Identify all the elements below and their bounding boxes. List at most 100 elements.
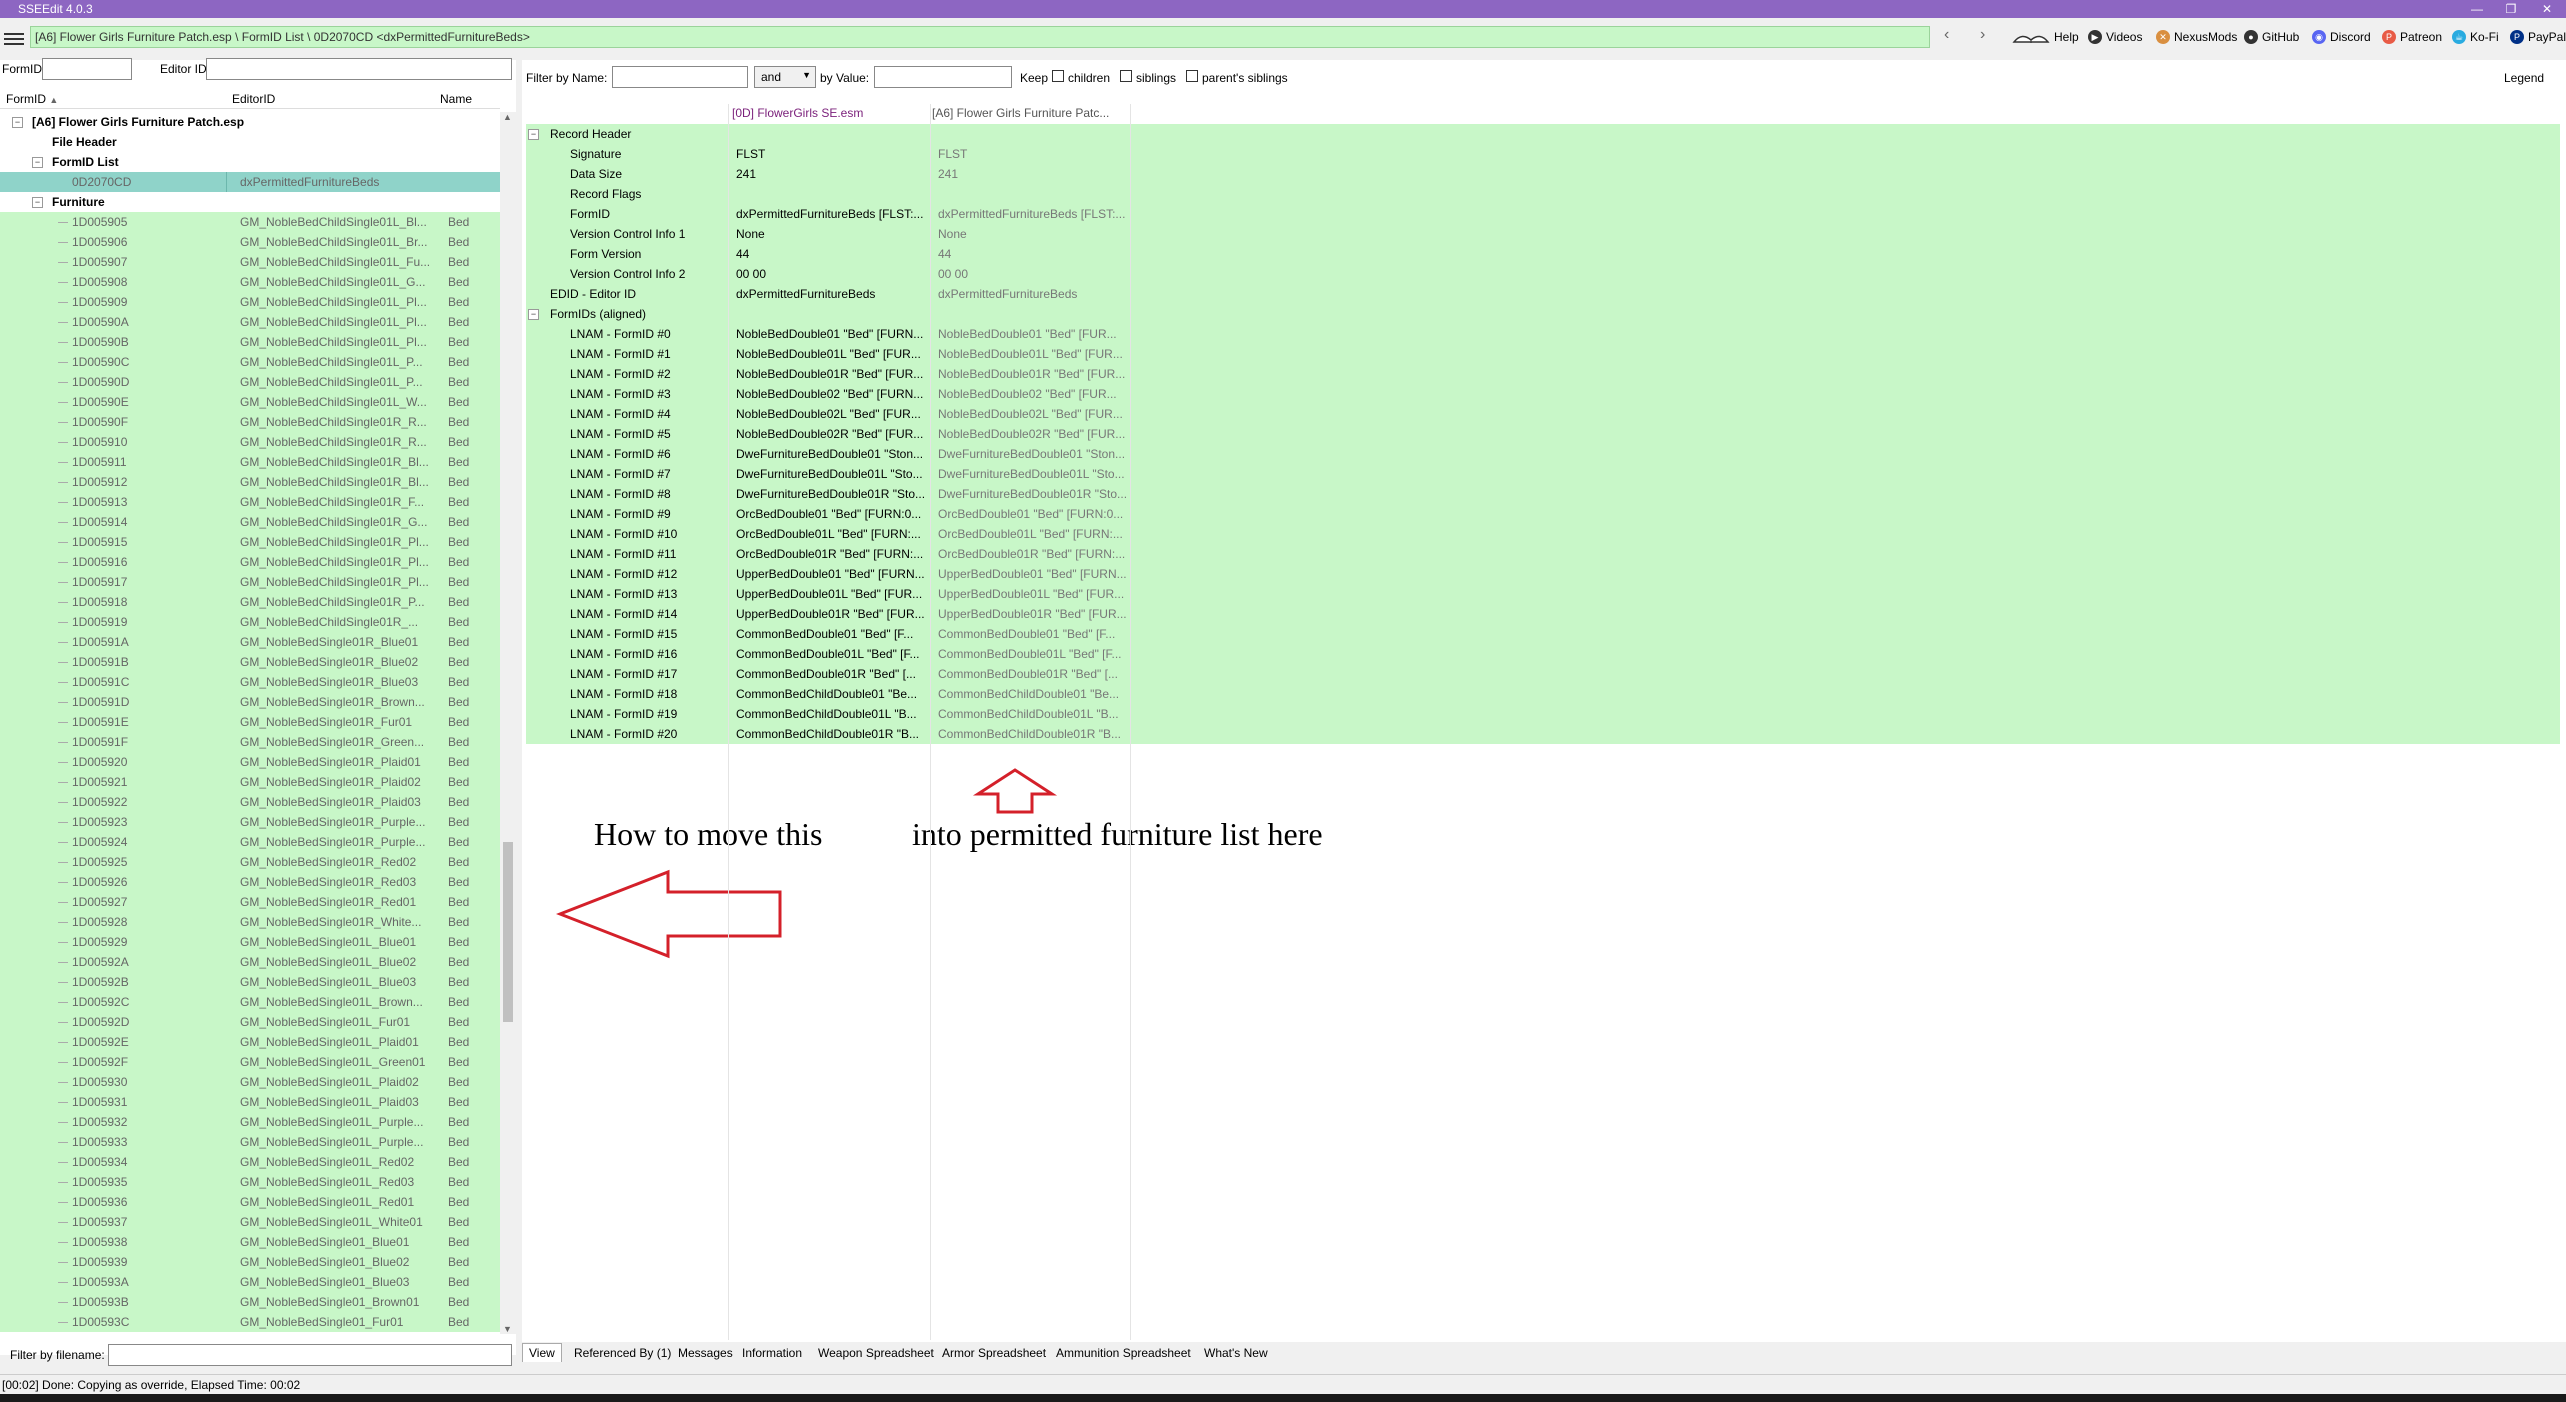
furniture-row[interactable]: 1D005938 GM_NobleBedSingle01_Blue01 Bed [0,1232,500,1252]
furniture-row[interactable]: 1D005906 GM_NobleBedChildSingle01L_Br... B… [0,232,500,252]
tab-referenced-by[interactable]: Referenced By (1) [574,1346,671,1360]
record-field-row[interactable]: LNAM - FormID #3 NobleBedDouble02 "Bed" [… [526,384,2560,404]
furniture-row[interactable]: 1D005931 GM_NobleBedSingle01L_Plaid03 Bed [0,1092,500,1112]
collapse-icon[interactable]: − [528,129,539,140]
furniture-row[interactable]: 1D005920 GM_NobleBedSingle01R_Plaid01 Bed [0,752,500,772]
record-field-row[interactable]: LNAM - FormID #8 DweFurnitureBedDouble01R… [526,484,2560,504]
record-field-row[interactable]: − Record Header [526,124,2560,144]
furniture-row[interactable]: 1D00590F GM_NobleBedChildSingle01R_R... Be… [0,412,500,432]
furniture-row[interactable]: 1D005917 GM_NobleBedChildSingle01R_Pl... B… [0,572,500,592]
keep-parents-siblings-checkbox[interactable] [1186,70,1198,82]
record-field-row[interactable]: LNAM - FormID #9 OrcBedDouble01 "Bed" [FU… [526,504,2560,524]
record-field-row[interactable]: LNAM - FormID #1 NobleBedDouble01L "Bed" … [526,344,2560,364]
furniture-row[interactable]: 1D005927 GM_NobleBedSingle01R_Red01 Bed [0,892,500,912]
furniture-row[interactable]: 1D00593B GM_NobleBedSingle01_Brown01 Bed [0,1292,500,1312]
record-field-row[interactable]: LNAM - FormID #5 NobleBedDouble02R "Bed" … [526,424,2560,444]
paypal-link[interactable]: P PayPal [2510,30,2566,44]
furniture-row[interactable]: 1D005934 GM_NobleBedSingle01L_Red02 Bed [0,1152,500,1172]
formid-input[interactable] [42,58,132,80]
record-field-row[interactable]: LNAM - FormID #4 NobleBedDouble02L "Bed" … [526,404,2560,424]
furniture-row[interactable]: 1D005936 GM_NobleBedSingle01L_Red01 Bed [0,1192,500,1212]
furniture-row[interactable]: 1D005915 GM_NobleBedChildSingle01R_Pl... B… [0,532,500,552]
record-field-row[interactable]: Version Control Info 1 None None [526,224,2560,244]
record-field-row[interactable]: LNAM - FormID #0 NobleBedDouble01 "Bed" [… [526,324,2560,344]
tab-armor-spreadsheet[interactable]: Armor Spreadsheet [942,1346,1046,1360]
filter-filename-input[interactable] [108,1344,512,1366]
furniture-row[interactable]: 1D005924 GM_NobleBedSingle01R_Purple... Be… [0,832,500,852]
furniture-row[interactable]: 1D005925 GM_NobleBedSingle01R_Red02 Bed [0,852,500,872]
furniture-row[interactable]: 1D005939 GM_NobleBedSingle01_Blue02 Bed [0,1252,500,1272]
furniture-row[interactable]: 1D005921 GM_NobleBedSingle01R_Plaid02 Bed [0,772,500,792]
scroll-thumb[interactable] [503,842,513,1022]
furniture-row[interactable]: 1D00590A GM_NobleBedChildSingle01L_Pl... B… [0,312,500,332]
keep-siblings-checkbox[interactable] [1120,70,1132,82]
furniture-row[interactable]: 1D00593C GM_NobleBedSingle01_Fur01 Bed [0,1312,500,1332]
column-editorid[interactable]: EditorID [232,92,275,106]
furniture-row[interactable]: 1D005905 GM_NobleBedChildSingle01L_Bl... B… [0,212,500,232]
scroll-down-icon[interactable]: ▼ [503,1324,512,1334]
menu-icon[interactable] [4,30,24,48]
column-master-plugin[interactable]: [0D] FlowerGirls SE.esm [732,106,863,120]
tab-view[interactable]: View [522,1343,562,1362]
furniture-row[interactable]: 1D00591C GM_NobleBedSingle01R_Blue03 Bed [0,672,500,692]
record-field-row[interactable]: LNAM - FormID #14 UpperBedDouble01R "Bed"… [526,604,2560,624]
tree-formid-list-node[interactable]: − FormID List [0,152,500,172]
furniture-row[interactable]: 1D00590E GM_NobleBedChildSingle01L_W... Be… [0,392,500,412]
furniture-row[interactable]: 1D00592F GM_NobleBedSingle01L_Green01 Bed [0,1052,500,1072]
collapse-icon[interactable]: − [528,309,539,320]
record-path-box[interactable]: [A6] Flower Girls Furniture Patch.esp \ … [30,26,1930,48]
record-field-row[interactable]: LNAM - FormID #2 NobleBedDouble01R "Bed" … [526,364,2560,384]
furniture-row[interactable]: 1D005923 GM_NobleBedSingle01R_Purple... Be… [0,812,500,832]
record-field-row[interactable]: EDID - Editor ID dxPermittedFurnitureBeds… [526,284,2560,304]
furniture-row[interactable]: 1D00592B GM_NobleBedSingle01L_Blue03 Bed [0,972,500,992]
furniture-row[interactable]: 1D005908 GM_NobleBedChildSingle01L_G... Be… [0,272,500,292]
column-formid[interactable]: FormID ▲ [6,92,58,106]
record-field-row[interactable]: LNAM - FormID #7 DweFurnitureBedDouble01L… [526,464,2560,484]
furniture-row[interactable]: 1D00593A GM_NobleBedSingle01_Blue03 Bed [0,1272,500,1292]
furniture-row[interactable]: 1D005918 GM_NobleBedChildSingle01R_P... Be… [0,592,500,612]
close-button[interactable]: ✕ [2530,0,2564,18]
tab-information[interactable]: Information [742,1346,802,1360]
record-field-row[interactable]: LNAM - FormID #6 DweFurnitureBedDouble01 … [526,444,2560,464]
furniture-row[interactable]: 1D005916 GM_NobleBedChildSingle01R_Pl... B… [0,552,500,572]
furniture-row[interactable]: 1D00590C GM_NobleBedChildSingle01L_P... Be… [0,352,500,372]
tab-ammunition-spreadsheet[interactable]: Ammunition Spreadsheet [1056,1346,1191,1360]
record-field-row[interactable]: LNAM - FormID #11 OrcBedDouble01R "Bed" [… [526,544,2560,564]
collapse-icon[interactable]: − [32,157,43,168]
furniture-row[interactable]: 1D005911 GM_NobleBedChildSingle01R_Bl... B… [0,452,500,472]
tree-plugin-node[interactable]: − [A6] Flower Girls Furniture Patch.esp [0,112,500,132]
furniture-row[interactable]: 1D00592D GM_NobleBedSingle01L_Fur01 Bed [0,1012,500,1032]
back-arrow-icon[interactable]: ‹ [1944,26,1949,44]
furniture-row[interactable]: 1D00590B GM_NobleBedChildSingle01L_Pl... B… [0,332,500,352]
furniture-row[interactable]: 1D005932 GM_NobleBedSingle01L_Purple... Be… [0,1112,500,1132]
collapse-icon[interactable]: − [12,117,23,128]
furniture-row[interactable]: 1D00592A GM_NobleBedSingle01L_Blue02 Bed [0,952,500,972]
record-field-row[interactable]: LNAM - FormID #19 CommonBedChildDouble01L… [526,704,2560,724]
furniture-row[interactable]: 1D00591E GM_NobleBedSingle01R_Fur01 Bed [0,712,500,732]
furniture-row[interactable]: 1D00591A GM_NobleBedSingle01R_Blue01 Bed [0,632,500,652]
furniture-row[interactable]: 1D005919 GM_NobleBedChildSingle01R_... Bed [0,612,500,632]
record-field-row[interactable]: LNAM - FormID #16 CommonBedDouble01L "Bed… [526,644,2560,664]
furniture-row[interactable]: 1D00590D GM_NobleBedChildSingle01L_P... Be… [0,372,500,392]
record-field-row[interactable]: Data Size 241 241 [526,164,2560,184]
furniture-row[interactable]: 1D005910 GM_NobleBedChildSingle01R_R... Be… [0,432,500,452]
furniture-row[interactable]: 1D005913 GM_NobleBedChildSingle01R_F... Be… [0,492,500,512]
furniture-row[interactable]: 1D005933 GM_NobleBedSingle01L_Purple... Be… [0,1132,500,1152]
record-field-row[interactable]: Version Control Info 2 00 00 00 00 [526,264,2560,284]
editorid-input[interactable] [206,58,512,80]
furniture-row[interactable]: 1D005907 GM_NobleBedChildSingle01L_Fu... B… [0,252,500,272]
record-field-row[interactable]: LNAM - FormID #18 CommonBedChildDouble01 … [526,684,2560,704]
column-override-plugin[interactable]: [A6] Flower Girls Furniture Patc... [932,106,1109,120]
furniture-row[interactable]: 1D005930 GM_NobleBedSingle01L_Plaid02 Bed [0,1072,500,1092]
discord-link[interactable]: ◉ Discord [2312,30,2371,44]
record-field-row[interactable]: LNAM - FormID #15 CommonBedDouble01 "Bed"… [526,624,2560,644]
record-field-row[interactable]: Form Version 44 44 [526,244,2560,264]
furniture-row[interactable]: 1D00591D GM_NobleBedSingle01R_Brown... Bed [0,692,500,712]
furniture-row[interactable]: 1D00591B GM_NobleBedSingle01R_Blue02 Bed [0,652,500,672]
furniture-row[interactable]: 1D00591F GM_NobleBedSingle01R_Green... Bed [0,732,500,752]
github-link[interactable]: ● GitHub [2244,30,2299,44]
record-field-row[interactable]: LNAM - FormID #12 UpperBedDouble01 "Bed" … [526,564,2560,584]
furniture-row[interactable]: 1D005912 GM_NobleBedChildSingle01R_Bl... B… [0,472,500,492]
furniture-row[interactable]: 1D005922 GM_NobleBedSingle01R_Plaid03 Bed [0,792,500,812]
record-field-row[interactable]: LNAM - FormID #13 UpperBedDouble01L "Bed"… [526,584,2560,604]
